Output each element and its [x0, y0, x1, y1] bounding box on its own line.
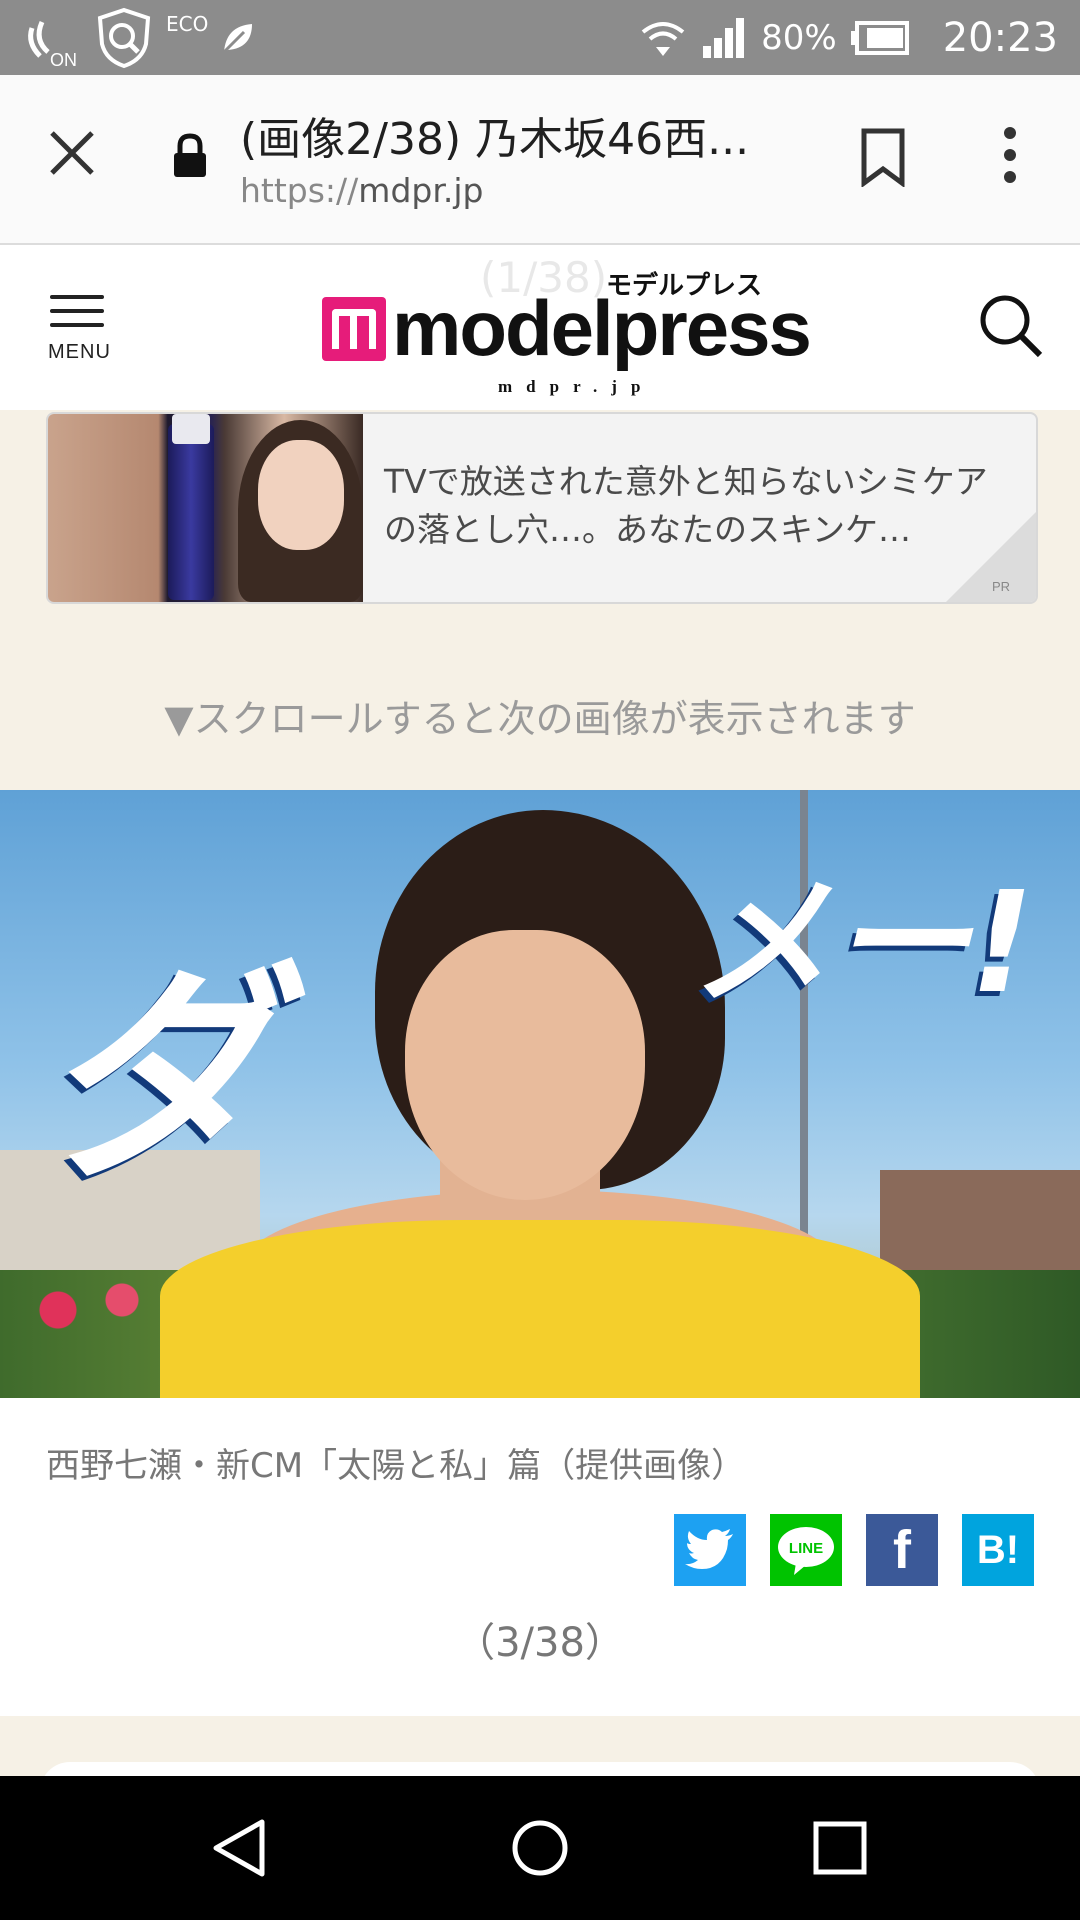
ad-bottle: [168, 424, 214, 600]
menu-button[interactable]: MENU: [46, 295, 110, 373]
line-icon: LINE: [778, 1527, 834, 1575]
image-counter: （3/38）: [455, 1620, 625, 1666]
page-title[interactable]: (画像2/38) 乃木坂46西...: [240, 103, 780, 167]
battery-percent: 80%: [761, 17, 837, 58]
ad-person-face: [258, 440, 344, 550]
menu-label: MENU: [48, 341, 111, 363]
share-hatena-button[interactable]: B!: [962, 1514, 1034, 1586]
ad-text: TVで放送された意外と知らないシミケアの落とし穴…。あなたのスキンケ…: [384, 462, 988, 549]
ad-bottle-cap: [172, 414, 210, 444]
logo-domain: mdpr.jp: [498, 377, 655, 396]
status-icons-right: 80% 20:23: [639, 0, 1058, 75]
navigation-bar: [0, 1776, 1080, 1920]
home-icon[interactable]: [504, 1812, 576, 1884]
menu-bar: [50, 295, 104, 299]
share-buttons: LINE f B!: [674, 1514, 1034, 1586]
logo-kana: モデルプレス: [606, 271, 763, 301]
shield-search-icon: [97, 7, 151, 69]
svg-text:LINE: LINE: [789, 1540, 823, 1557]
menu-bar: [50, 323, 104, 327]
status-icons-left: ON ECO: [22, 6, 258, 70]
search-button[interactable]: [978, 293, 1044, 359]
share-twitter-button[interactable]: [674, 1514, 746, 1586]
leaf-icon: [223, 24, 253, 54]
lock-icon: [174, 133, 206, 177]
back-icon[interactable]: [204, 1812, 276, 1884]
share-facebook-button[interactable]: f: [866, 1514, 938, 1586]
share-line-button[interactable]: LINE: [770, 1514, 842, 1586]
hatena-icon: B!: [976, 1527, 1020, 1572]
battery-icon: [850, 20, 909, 55]
svg-text:ON: ON: [50, 50, 77, 68]
nfc-on-icon: ON: [28, 20, 77, 68]
url-host: mdpr.jp: [358, 171, 484, 210]
image-caption: 西野七瀬・新CM「太陽と私」篇（提供画像）: [46, 1446, 746, 1486]
bookmark-button[interactable]: [858, 127, 908, 187]
main-photo[interactable]: ダ メー!: [0, 790, 1080, 1398]
ad-card[interactable]: TVで放送された意外と知らないシミケアの落とし穴…。あなたのスキンケ… PR: [46, 412, 1038, 604]
logo-mark-icon: [322, 297, 386, 361]
url-scheme: https://: [240, 171, 359, 210]
facebook-icon: f: [893, 1520, 911, 1580]
site-header: MENU (1/38) modelpress モデルプレス mdpr.jp: [0, 245, 1080, 410]
signal-icon: [703, 17, 745, 58]
more-options-button[interactable]: [990, 123, 1030, 187]
status-bar: ON ECO 80% 20:23: [0, 0, 1080, 75]
ad-image: [48, 414, 363, 602]
caption-area: 西野七瀬・新CM「太陽と私」篇（提供画像） LINE f B! （3/38）: [0, 1398, 1080, 1716]
photo-flowers: [10, 1260, 170, 1360]
clock: 20:23: [942, 14, 1058, 61]
browser-toolbar: (画像2/38) 乃木坂46西... https://mdpr.jp: [0, 75, 1080, 245]
menu-bar: [50, 309, 104, 313]
ad-pr-badge: PR: [991, 579, 1010, 594]
photo-yellow-top: [160, 1220, 920, 1398]
twitter-bird-icon: [685, 1529, 733, 1569]
close-tab-button[interactable]: [44, 125, 100, 181]
eco-label: ECO: [166, 12, 209, 36]
wifi-icon: [641, 21, 685, 56]
photo-face: [405, 930, 645, 1200]
photo-overlay-text-left: ダ: [40, 944, 270, 1211]
scroll-hint: ▼スクロールすると次の画像が表示されます: [164, 697, 916, 741]
modelpress-logo[interactable]: modelpress モデルプレス mdpr.jp: [322, 265, 812, 396]
recents-icon[interactable]: [804, 1812, 876, 1884]
photo-overlay-text-right: メー!: [690, 862, 1034, 1025]
url-display[interactable]: https://mdpr.jp: [240, 171, 483, 210]
